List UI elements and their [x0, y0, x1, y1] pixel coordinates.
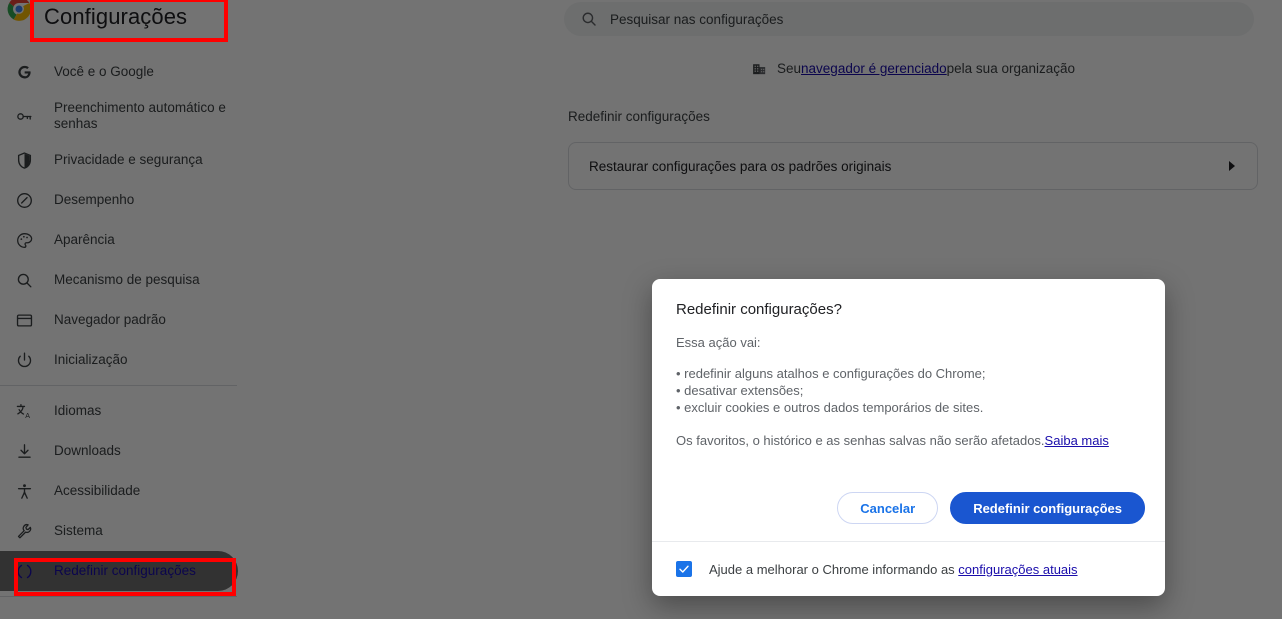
search-icon: [14, 270, 34, 290]
sidebar-item-label: Inicialização: [54, 351, 128, 367]
sidebar-item-voce-e-o-google[interactable]: Você e o Google: [0, 52, 238, 92]
managed-browser-banner: Seu navegador é gerenciado pela sua orga…: [568, 57, 1258, 79]
search-input[interactable]: [610, 11, 1238, 27]
dialog-body: Redefinir configurações? Essa ação vai: …: [652, 279, 1165, 492]
shield-icon: [14, 150, 34, 170]
sidebar-item-desempenho[interactable]: Desempenho: [0, 180, 238, 220]
dialog-description: Essa ação vai: • redefinir alguns atalho…: [676, 336, 1141, 447]
sidebar-item-aparencia[interactable]: Aparência: [0, 220, 238, 260]
reset-settings-confirm-button[interactable]: Redefinir configurações: [950, 492, 1145, 524]
section-title-reset-settings: Redefinir configurações: [568, 109, 710, 124]
managed-banner-suffix: pela sua organização: [946, 60, 1075, 76]
translate-icon: A: [14, 401, 34, 421]
settings-sidebar: Você e o Google Preenchimento automático…: [0, 52, 238, 619]
current-settings-link[interactable]: configurações atuais: [958, 562, 1077, 577]
sidebar-item-label: Desempenho: [54, 191, 135, 207]
sidebar-item-mecanismo-de-pesquisa[interactable]: Mecanismo de pesquisa: [0, 260, 238, 300]
palette-icon: [14, 230, 34, 250]
sidebar-item-label: Privacidade e segurança: [54, 151, 203, 167]
dialog-bullet-list: • redefinir alguns atalhos e configuraçõ…: [676, 367, 1141, 414]
restore-defaults-label: Restaurar configurações para os padrões …: [589, 158, 892, 174]
sidebar-item-redefinir-configuracoes[interactable]: Redefinir configurações: [0, 551, 238, 591]
dialog-actions: Cancelar Redefinir configurações: [652, 492, 1165, 541]
window-icon: [14, 310, 34, 330]
settings-content: Seu navegador é gerenciado pela sua orga…: [568, 52, 1258, 190]
sidebar-item-acessibilidade[interactable]: Acessibilidade: [0, 471, 238, 511]
sidebar-item-privacidade-e-seguranca[interactable]: Privacidade e segurança: [0, 140, 238, 180]
sidebar-item-downloads[interactable]: Downloads: [0, 431, 238, 471]
cancel-button[interactable]: Cancelar: [837, 492, 939, 524]
sidebar-item-label: Preenchimento automático e senhas: [54, 99, 226, 131]
key-icon: [14, 106, 34, 126]
sidebar-divider: [0, 385, 237, 386]
dialog-bullet: • desativar extensões;: [676, 383, 804, 398]
sidebar-item-label: Downloads: [54, 442, 121, 458]
chevron-right-icon: [1227, 159, 1237, 173]
business-building-icon: [751, 60, 768, 77]
sidebar-item-label: Sistema: [54, 522, 103, 538]
dialog-lead: Essa ação vai:: [676, 335, 761, 350]
dialog-bullet: • excluir cookies e outros dados temporá…: [676, 400, 984, 415]
sidebar-item-label: Idiomas: [54, 402, 102, 418]
sidebar-item-navegador-padrao[interactable]: Navegador padrão: [0, 300, 238, 340]
svg-text:A: A: [25, 411, 30, 419]
power-icon: [14, 350, 34, 370]
accessibility-icon: [14, 481, 34, 501]
managed-banner-link[interactable]: navegador é gerenciado: [801, 61, 947, 76]
managed-banner-prefix: Seu: [777, 60, 802, 76]
sidebar-divider-bottom: [0, 596, 237, 597]
sidebar-item-label: Acessibilidade: [54, 482, 141, 498]
settings-search-box[interactable]: [564, 2, 1254, 36]
sidebar-item-label: Redefinir configurações: [54, 562, 196, 578]
dialog-footnote-text: Os favoritos, o histórico e as senhas sa…: [676, 433, 1045, 448]
download-icon: [14, 441, 34, 461]
dialog-bullet: • redefinir alguns atalhos e configuraçõ…: [676, 366, 986, 381]
sidebar-item-label: Navegador padrão: [54, 311, 166, 327]
check-icon: [679, 565, 689, 573]
sidebar-item-preenchimento-automatico-e-senhas[interactable]: Preenchimento automático e senhas: [0, 92, 238, 140]
dialog-title: Redefinir configurações?: [676, 301, 842, 318]
speedometer-icon: [14, 190, 34, 210]
sidebar-item-inicializacao[interactable]: Inicialização: [0, 340, 238, 380]
google-g-icon: [14, 62, 34, 82]
restore-defaults-card[interactable]: Restaurar configurações para os padrões …: [568, 142, 1258, 190]
sidebar-item-sistema[interactable]: Sistema: [0, 511, 238, 551]
sidebar-item-label: Você e o Google: [54, 63, 154, 79]
learn-more-link[interactable]: Saiba mais: [1045, 433, 1109, 448]
sidebar-item-label: Aparência: [54, 231, 115, 247]
report-settings-checkbox[interactable]: [676, 561, 692, 577]
dialog-footer: Ajude a melhorar o Chrome informando as …: [652, 541, 1165, 596]
sidebar-item-label: Mecanismo de pesquisa: [54, 271, 200, 287]
dialog-footnote: Os favoritos, o histórico e as senhas sa…: [676, 434, 1141, 447]
wrench-icon: [14, 521, 34, 541]
reset-icon: [14, 561, 34, 581]
chrome-logo-icon: [6, 0, 32, 22]
sidebar-item-idiomas[interactable]: A Idiomas: [0, 391, 238, 431]
report-settings-label: Ajude a melhorar o Chrome informando as …: [709, 562, 1078, 577]
search-icon: [580, 10, 598, 28]
report-settings-text: Ajude a melhorar o Chrome informando as: [709, 561, 959, 577]
reset-settings-dialog: Redefinir configurações? Essa ação vai: …: [652, 279, 1165, 596]
page-title: Configurações: [44, 4, 188, 29]
